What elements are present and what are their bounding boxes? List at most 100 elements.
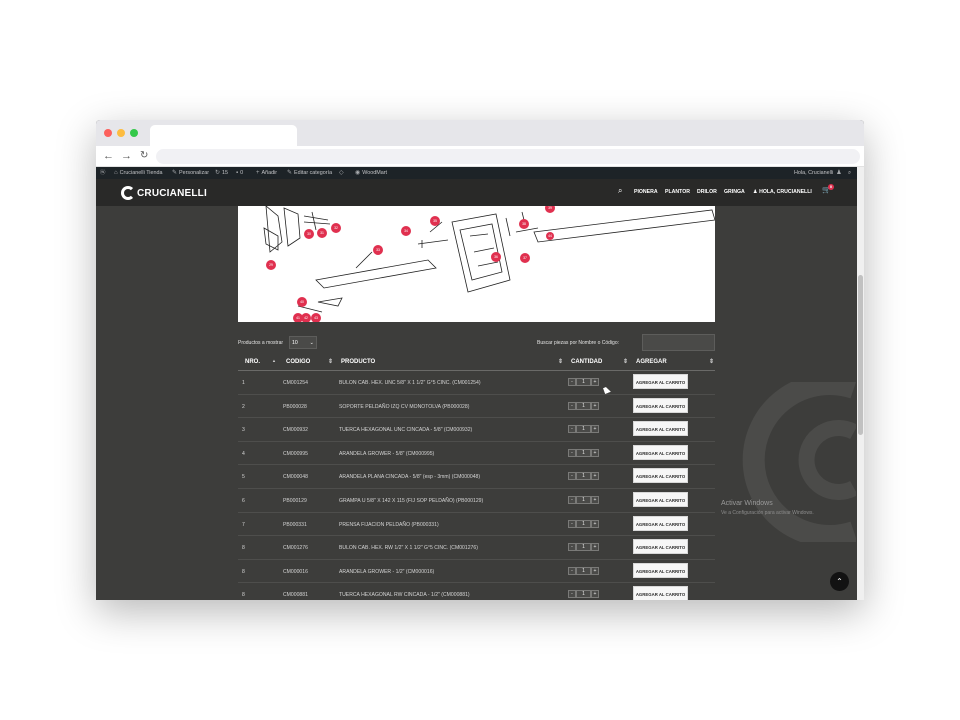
admin-edit-category[interactable]: ✎ Editar categoría: [287, 170, 332, 177]
row-number: 8: [242, 592, 245, 599]
add-to-cart-button[interactable]: AGREGAR AL CARRITO: [633, 444, 688, 460]
diagram-callout[interactable]: 41: [296, 316, 300, 320]
decrease-quantity-button[interactable]: -: [568, 566, 576, 575]
add-to-cart-button[interactable]: AGREGAR AL CARRITO: [633, 562, 688, 578]
scroll-to-top-button[interactable]: ⌃: [830, 572, 849, 591]
minimize-window-dot[interactable]: [117, 129, 125, 137]
diagram-callout[interactable]: 38: [522, 222, 526, 226]
decrease-quantity-button[interactable]: -: [568, 448, 576, 457]
decrease-quantity-button[interactable]: -: [568, 590, 576, 599]
reload-icon[interactable]: ↻: [140, 149, 148, 163]
increase-quantity-button[interactable]: +: [591, 495, 599, 504]
quantity-input[interactable]: 1: [576, 401, 591, 410]
increase-quantity-button[interactable]: +: [591, 566, 599, 575]
increase-quantity-button[interactable]: +: [591, 590, 599, 599]
column-header-code[interactable]: CODIGO: [286, 359, 310, 365]
row-product: PRENSA FIJACION PELDAÑO (PB000331): [339, 521, 439, 528]
nav-item-pionera[interactable]: PIONERA: [634, 189, 658, 196]
diagram-callout[interactable]: 42: [304, 316, 308, 320]
admin-woodmart[interactable]: ◉ WoodMart: [355, 170, 387, 177]
increase-quantity-button[interactable]: +: [591, 543, 599, 552]
admin-new[interactable]: + Añadir: [256, 170, 277, 177]
diagram-callout[interactable]: 36: [494, 255, 498, 259]
add-to-cart-button[interactable]: AGREGAR AL CARRITO: [633, 491, 688, 507]
increase-quantity-button[interactable]: +: [591, 425, 599, 434]
sort-icon[interactable]: ⇕: [558, 358, 563, 365]
increase-quantity-button[interactable]: +: [591, 378, 599, 386]
admin-customize[interactable]: ✎ Personalizar: [172, 170, 209, 177]
decrease-quantity-button[interactable]: -: [568, 425, 576, 434]
diagram-callout[interactable]: 40: [300, 300, 304, 304]
quantity-input[interactable]: 1: [576, 543, 591, 552]
add-to-cart-button[interactable]: AGREGAR AL CARRITO: [633, 421, 688, 437]
row-number: 3: [242, 427, 245, 434]
column-header-add[interactable]: AGREGAR: [636, 359, 667, 365]
browser-tab[interactable]: [150, 125, 297, 146]
increase-quantity-button[interactable]: +: [591, 519, 599, 528]
nav-item-drilor[interactable]: DRILOR: [697, 189, 717, 196]
maximize-window-dot[interactable]: [130, 129, 138, 137]
diagram-callout[interactable]: 37: [523, 256, 527, 260]
admin-diamond[interactable]: ◇: [339, 170, 346, 177]
search-parts-input[interactable]: [642, 334, 715, 351]
page-scrollbar[interactable]: [857, 167, 864, 600]
diagram-callout[interactable]: 43: [314, 316, 318, 320]
quantity-input[interactable]: 1: [576, 566, 591, 575]
column-header-quantity[interactable]: CANTIDAD: [571, 359, 602, 365]
add-to-cart-button[interactable]: AGREGAR AL CARRITO: [633, 539, 688, 555]
sort-icon[interactable]: ▲: [272, 358, 276, 363]
back-icon[interactable]: ←: [103, 149, 114, 163]
scrollbar-thumb[interactable]: [858, 275, 863, 435]
admin-comments[interactable]: ▪ 0: [236, 170, 243, 177]
quantity-input[interactable]: 1: [576, 519, 591, 528]
forward-icon[interactable]: →: [121, 149, 132, 163]
decrease-quantity-button[interactable]: -: [568, 472, 576, 481]
add-to-cart-button[interactable]: AGREGAR AL CARRITO: [633, 468, 688, 484]
decrease-quantity-button[interactable]: -: [568, 543, 576, 552]
sort-icon[interactable]: ⇕: [623, 358, 628, 365]
increase-quantity-button[interactable]: +: [591, 401, 599, 410]
diagram-callout[interactable]: 31: [320, 231, 324, 235]
column-header-nro[interactable]: NRO.: [245, 359, 260, 365]
diagram-callout[interactable]: 35: [433, 219, 437, 223]
add-to-cart-button[interactable]: AGREGAR AL CARRITO: [633, 586, 688, 600]
add-to-cart-button[interactable]: AGREGAR AL CARRITO: [633, 374, 688, 389]
add-to-cart-button[interactable]: AGREGAR AL CARRITO: [633, 515, 688, 531]
admin-updates[interactable]: ↻ 15: [215, 170, 228, 177]
column-header-product[interactable]: PRODUCTO: [341, 359, 375, 365]
diagram-callout[interactable]: 30: [307, 232, 311, 236]
admin-site-name[interactable]: ⌂ Crucianelli Tienda: [114, 170, 162, 177]
diagram-callout[interactable]: 34: [404, 229, 408, 233]
nav-item-gringa[interactable]: GRINGA: [724, 189, 745, 196]
diagram-callout[interactable]: 44: [548, 234, 552, 238]
site-logo[interactable]: CRUCIANELLI: [121, 185, 207, 201]
quantity-input[interactable]: 1: [576, 425, 591, 434]
increase-quantity-button[interactable]: +: [591, 472, 599, 481]
increase-quantity-button[interactable]: +: [591, 448, 599, 457]
admin-greeting[interactable]: Hola, Crucianelli ♟: [794, 170, 844, 177]
decrease-quantity-button[interactable]: -: [568, 519, 576, 528]
sort-icon[interactable]: ⇕: [328, 358, 333, 365]
add-to-cart-button[interactable]: AGREGAR AL CARRITO: [633, 397, 688, 413]
quantity-input[interactable]: 1: [576, 472, 591, 481]
decrease-quantity-button[interactable]: -: [568, 401, 576, 410]
account-link[interactable]: ♟ HOLA, CRUCIANELLI: [753, 189, 812, 196]
quantity-input[interactable]: 1: [576, 495, 591, 504]
quantity-input[interactable]: 1: [576, 378, 591, 386]
nav-item-plantor[interactable]: PLANTOR: [665, 189, 690, 196]
quantity-input[interactable]: 1: [576, 448, 591, 457]
sort-icon[interactable]: ⇕: [709, 358, 714, 365]
diagram-callout[interactable]: 32: [334, 226, 338, 230]
close-window-dot[interactable]: [104, 129, 112, 137]
search-icon[interactable]: ⌕: [618, 187, 622, 195]
diagram-callout[interactable]: 29: [269, 263, 273, 267]
show-entries-select[interactable]: 10 ⌄: [289, 336, 317, 349]
admin-search-icon[interactable]: ⌕: [848, 170, 851, 177]
decrease-quantity-button[interactable]: -: [568, 495, 576, 504]
address-bar[interactable]: [156, 149, 860, 164]
decrease-quantity-button[interactable]: -: [568, 378, 576, 386]
diagram-callout[interactable]: 39: [548, 206, 552, 210]
wordpress-icon[interactable]: ⓦ: [100, 170, 105, 177]
diagram-callout[interactable]: 33: [376, 248, 380, 252]
quantity-input[interactable]: 1: [576, 590, 591, 599]
